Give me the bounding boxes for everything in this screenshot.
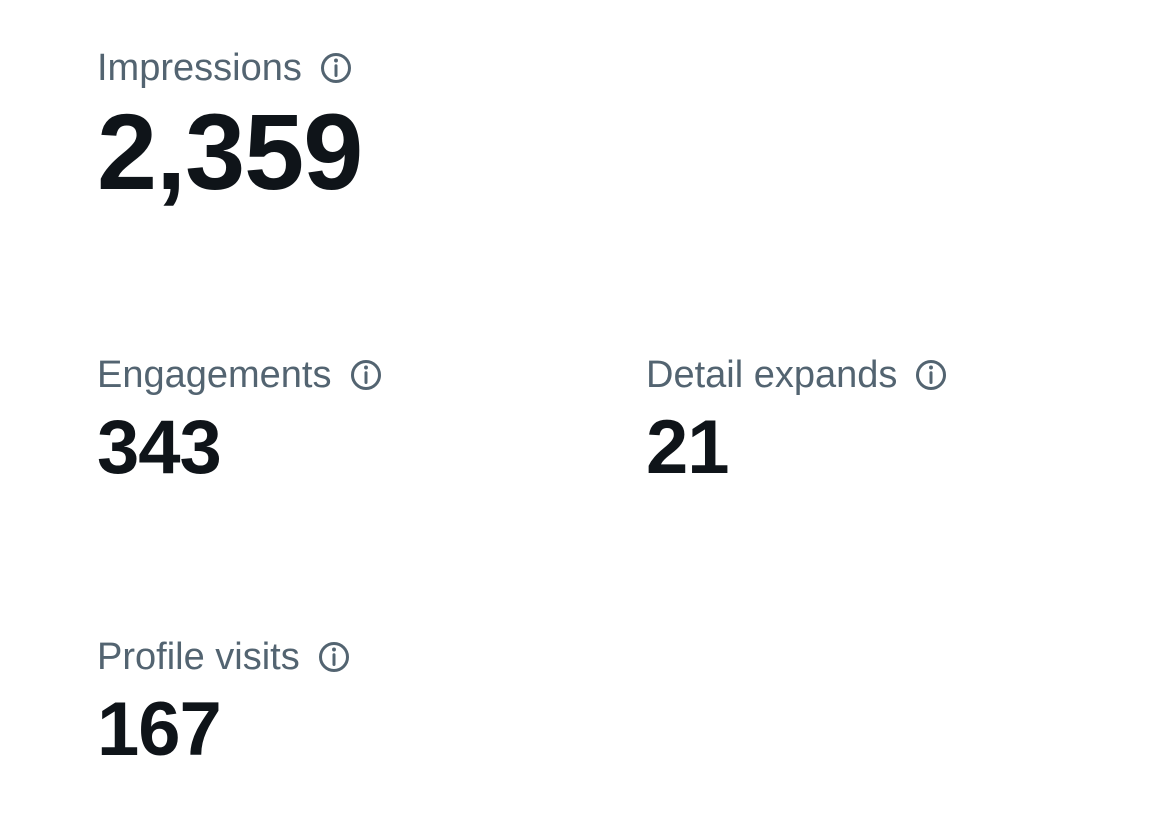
profile-visits-label: Profile visits [97,636,300,678]
info-icon[interactable] [913,357,949,393]
engagements-metric: Engagements 343 [97,353,384,491]
info-icon[interactable] [316,639,352,675]
engagements-value: 343 [97,405,222,490]
detail-expands-value: 21 [646,405,730,490]
impressions-value: 2,359 [97,91,363,212]
detail-expands-label: Detail expands [646,354,898,396]
detail-expands-metric: Detail expands 21 [646,353,949,491]
detail-expands-label-row: Detail expands [646,353,949,397]
impressions-metric: Impressions 2,359 [97,46,363,212]
engagements-label: Engagements [97,354,332,396]
impressions-label: Impressions [97,47,302,89]
profile-visits-value: 167 [97,687,222,772]
profile-visits-label-row: Profile visits [97,635,352,679]
impressions-label-row: Impressions [97,46,362,90]
info-icon[interactable] [318,50,354,86]
engagements-label-row: Engagements [97,353,384,397]
profile-visits-metric: Profile visits 167 [97,635,352,773]
info-icon[interactable] [348,357,384,393]
